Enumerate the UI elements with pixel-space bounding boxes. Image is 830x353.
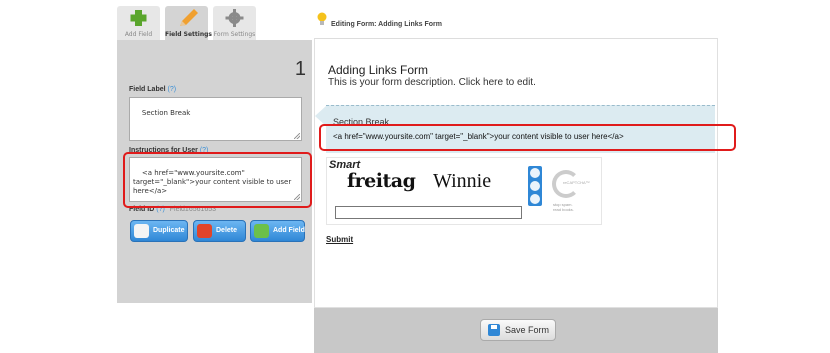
breadcrumb: Editing Form: Adding Links Form — [331, 21, 442, 28]
captcha-word: freitag — [347, 170, 416, 192]
pencil-icon — [180, 9, 198, 26]
form-title[interactable]: Adding Links Form — [328, 63, 428, 77]
form-footer: Save Form — [314, 308, 718, 353]
resize-handle[interactable] — [294, 133, 300, 139]
duplicate-button[interactable]: Duplicate — [130, 220, 188, 242]
audio-icon[interactable] — [530, 181, 540, 191]
section-highlight — [319, 124, 736, 151]
save-icon — [488, 324, 500, 336]
submit-button[interactable]: Submit — [326, 235, 353, 244]
field-label-input[interactable]: Section Break — [129, 97, 302, 141]
tab-label: Form Settings — [213, 31, 256, 38]
duplicate-icon — [134, 224, 149, 238]
field-number: 1 — [294, 58, 306, 80]
help-icon[interactable] — [530, 194, 540, 204]
recaptcha-logo-text: reCAPTCHA™ — [563, 180, 590, 185]
tab-form-settings[interactable]: Form Settings — [213, 6, 256, 40]
help-link[interactable]: (?) — [168, 86, 177, 93]
lightbulb-icon — [317, 12, 327, 25]
captcha-word: Winnie — [433, 170, 492, 192]
refresh-icon[interactable] — [530, 168, 540, 178]
instructions-highlight — [123, 152, 312, 208]
gear-icon — [225, 9, 244, 27]
form-preview: Adding Links Form This is your form desc… — [314, 38, 718, 308]
recaptcha-tagline: stop spam. read books. — [553, 202, 574, 212]
field-label-title: Field Label (?) — [129, 86, 177, 93]
tab-add-field[interactable]: Add Field — [117, 6, 160, 40]
form-description[interactable]: This is your form description. Click her… — [328, 77, 536, 88]
plus-icon — [130, 10, 147, 26]
delete-icon — [197, 224, 212, 238]
save-form-button[interactable]: Save Form — [480, 319, 556, 341]
add-icon — [254, 224, 269, 238]
tab-field-settings[interactable]: Field Settings — [165, 6, 212, 40]
builder-tabs: Add Field Field Settings Form Settings — [117, 6, 310, 40]
captcha-widget: Smart freitag Winnie reCAPTCHA™ stop spa… — [326, 157, 602, 225]
delete-button[interactable]: Delete — [193, 220, 246, 242]
add-field-button[interactable]: Add Field — [250, 220, 305, 242]
captcha-controls — [528, 166, 542, 206]
tab-label: Add Field — [124, 31, 153, 38]
tab-label: Field Settings — [165, 31, 212, 38]
selection-pointer — [315, 106, 326, 126]
captcha-input[interactable] — [335, 206, 522, 219]
